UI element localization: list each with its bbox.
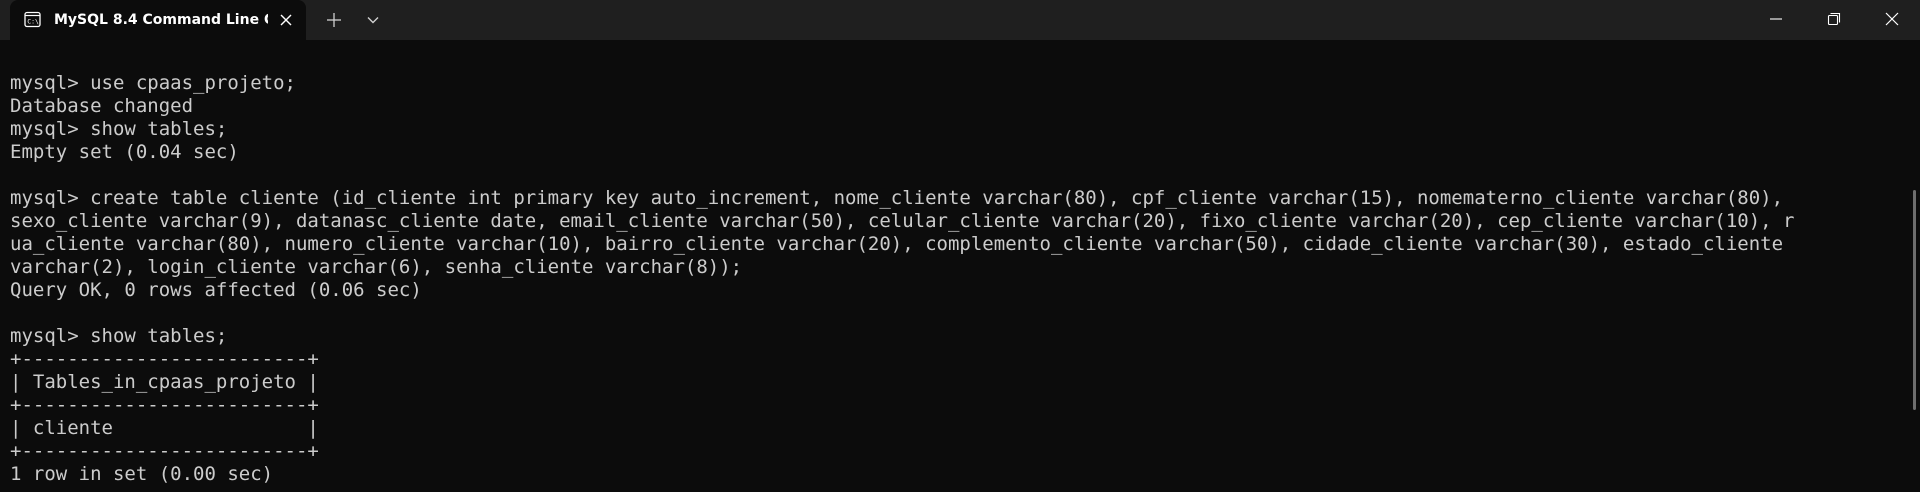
maximize-icon: [1827, 12, 1841, 26]
terminal-line: mysql> create table cliente (id_cliente …: [10, 187, 1784, 209]
window-close-button[interactable]: [1863, 0, 1920, 38]
terminal-line: | cliente |: [10, 417, 319, 439]
terminal-line: Query OK, 0 rows affected (0.06 sec): [10, 279, 422, 301]
close-icon[interactable]: [276, 10, 296, 30]
plus-icon[interactable]: [322, 9, 346, 31]
chevron-down-icon[interactable]: [361, 9, 385, 31]
vertical-scrollbar[interactable]: [1913, 190, 1916, 410]
terminal-line: +-------------------------+: [10, 394, 319, 416]
terminal-line: mysql> use cpaas_projeto;: [10, 72, 296, 94]
terminal-line: mysql> show tables;: [10, 118, 228, 140]
terminal-window: C:\ MySQL 8.4 Command Line Cli mysql> us…: [0, 0, 1920, 492]
tab-mysql-cli[interactable]: C:\ MySQL 8.4 Command Line Cli: [10, 0, 306, 40]
title-bar: C:\ MySQL 8.4 Command Line Cli: [0, 0, 1920, 40]
minimize-icon: [1770, 18, 1782, 20]
minimize-button[interactable]: [1747, 0, 1805, 38]
svg-text:C:\: C:\: [27, 18, 39, 26]
terminal-icon: C:\: [24, 11, 41, 28]
terminal-line: ua_cliente varchar(80), numero_cliente v…: [10, 233, 1784, 255]
terminal-output[interactable]: mysql> use cpaas_projeto; Database chang…: [10, 72, 1890, 486]
terminal-line: 1 row in set (0.00 sec): [10, 463, 274, 485]
window-close-icon: [1885, 12, 1899, 26]
terminal-line: mysql> show tables;: [10, 325, 228, 347]
terminal-line: Database changed: [10, 95, 194, 117]
tab-title: MySQL 8.4 Command Line Cli: [54, 12, 268, 28]
maximize-button[interactable]: [1805, 0, 1863, 38]
terminal-line: Empty set (0.04 sec): [10, 141, 239, 163]
terminal-line: +-------------------------+: [10, 348, 319, 370]
terminal-line: | Tables_in_cpaas_projeto |: [10, 371, 319, 393]
terminal-line: sexo_cliente varchar(9), datanasc_client…: [10, 210, 1795, 232]
terminal-line: +-------------------------+: [10, 440, 319, 462]
terminal-line: varchar(2), login_cliente varchar(6), se…: [10, 256, 743, 278]
